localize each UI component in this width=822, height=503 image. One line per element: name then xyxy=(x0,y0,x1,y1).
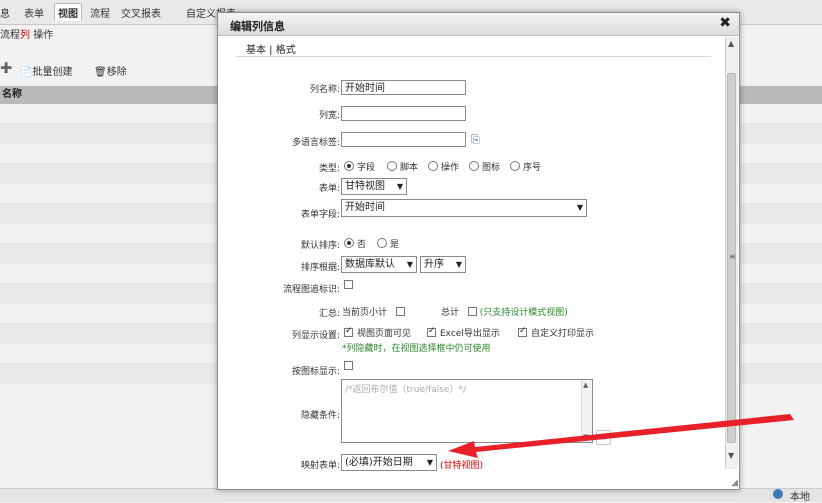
edit-column-dialog: 编辑列信息 ✖ 基本 | 格式 列名称: 开始时间 列宽: 多语言标签: ⎘ 类… xyxy=(217,12,740,490)
bg-add-icon[interactable]: ➕ xyxy=(0,63,12,74)
bg-sub-suffix[interactable]: 操作 xyxy=(33,30,53,41)
form-field-select[interactable]: 开始时间 ▼ xyxy=(341,199,587,217)
bg-sub-crumbs: 流程列 操作 xyxy=(0,26,53,41)
icon-display-checkbox[interactable] xyxy=(344,361,353,372)
hide-condition-textarea[interactable]: /*返回布尔值（true/false）*/ ▲ ▼ xyxy=(341,379,593,443)
status-bar xyxy=(0,488,822,502)
mapping-form-label: 映射表单: xyxy=(300,461,340,471)
bg-tab-view[interactable]: 视图 xyxy=(54,3,82,21)
dialog-title-bar[interactable]: 编辑列信息 ✖ xyxy=(218,13,739,36)
section-divider xyxy=(236,56,711,57)
bg-tab-form[interactable]: 表单 xyxy=(24,5,44,20)
checkbox-icon[interactable] xyxy=(467,307,477,316)
section-tabs[interactable]: 基本 | 格式 xyxy=(246,41,296,56)
column-width-input[interactable] xyxy=(341,106,466,121)
radio-icon[interactable] xyxy=(510,161,520,171)
scroll-up-icon[interactable]: ▲ xyxy=(583,381,588,389)
chevron-down-icon: ▼ xyxy=(396,182,403,191)
radio-icon[interactable] xyxy=(344,238,354,248)
checkbox-icon[interactable] xyxy=(427,326,436,337)
checkbox-icon[interactable] xyxy=(344,280,353,289)
scrollbar-thumb[interactable]: ≡ xyxy=(727,73,736,443)
type-label: 类型: xyxy=(318,164,340,174)
display-note: *列隐藏时，在视图选择框中仍可使用 xyxy=(342,344,491,354)
default-sort-yes[interactable]: 是 xyxy=(377,237,399,250)
translate-icon[interactable]: ⎘ xyxy=(469,133,482,146)
scroll-down-icon[interactable]: ▼ xyxy=(728,451,734,460)
bg-tab-crosstab[interactable]: 交叉报表 xyxy=(121,5,161,20)
radio-icon[interactable] xyxy=(344,161,354,171)
checkbox-icon[interactable] xyxy=(395,307,405,316)
globe-icon xyxy=(773,489,783,499)
flow-icon-checkbox[interactable] xyxy=(344,280,353,291)
radio-icon[interactable] xyxy=(469,161,479,171)
summary-current-page[interactable]: 当前页小计 xyxy=(342,305,405,318)
hide-condition-placeholder: /*返回布尔值（true/false）*/ xyxy=(345,385,466,395)
type-option-field[interactable]: 字段 xyxy=(344,160,375,173)
remove-button[interactable]: 🗑移除 xyxy=(94,63,127,78)
radio-icon[interactable] xyxy=(428,161,438,171)
mapping-form-note: (甘特视图) xyxy=(440,461,484,471)
chevron-down-icon: ▼ xyxy=(406,260,413,269)
display-settings-label: 列显示设置: xyxy=(291,331,340,341)
column-name-label: 列名称: xyxy=(309,85,340,95)
summary-total[interactable]: 总计 (只支持设计模式视图) xyxy=(441,305,568,318)
scroll-down-icon[interactable]: ▼ xyxy=(583,433,588,441)
dialog-scrollbar[interactable]: ▲ ≡ ▼ xyxy=(725,37,738,469)
i18n-label-label: 多语言标签: xyxy=(291,138,340,148)
type-option-script[interactable]: 脚本 xyxy=(387,160,418,173)
checkbox-icon[interactable] xyxy=(344,326,353,337)
expand-editor-icon[interactable]: <> xyxy=(596,430,611,445)
radio-icon[interactable] xyxy=(377,238,387,248)
bg-sub-prefix[interactable]: 流程 xyxy=(0,30,20,41)
display-excel-export[interactable]: Excel导出显示 xyxy=(427,326,500,339)
bg-tab-info[interactable]: 息 xyxy=(0,5,10,20)
summary-note: (只支持设计模式视图) xyxy=(479,308,568,318)
chevron-down-icon: ▼ xyxy=(455,260,462,269)
dialog-title: 编辑列信息 xyxy=(230,20,285,33)
display-view-visible[interactable]: 视图页面可见 xyxy=(344,326,411,339)
sort-order-select[interactable]: 升序 ▼ xyxy=(420,256,466,273)
column-width-label: 列宽: xyxy=(318,111,340,121)
column-name-input[interactable]: 开始时间 xyxy=(341,80,466,95)
batch-create-button[interactable]: 📄批量创建 xyxy=(20,63,72,78)
bg-sub-active[interactable]: 列 xyxy=(20,30,30,41)
trash-icon: 🗑 xyxy=(94,67,107,78)
hide-condition-label: 隐藏条件: xyxy=(300,411,340,421)
mapping-form-select[interactable]: (必填)开始日期 ▼ xyxy=(341,454,437,471)
default-sort-no[interactable]: 否 xyxy=(344,237,366,250)
summary-label: 汇总: xyxy=(318,309,340,319)
scroll-up-icon[interactable]: ▲ xyxy=(728,39,734,48)
bg-tab-flow[interactable]: 流程 xyxy=(90,5,110,20)
form-field-label: 表单字段: xyxy=(300,210,340,220)
icon-display-label: 按图标显示: xyxy=(291,367,340,377)
dialog-content: 基本 | 格式 列名称: 开始时间 列宽: 多语言标签: ⎘ 类型: 字段 脚本… xyxy=(228,37,724,477)
type-option-icon[interactable]: 图标 xyxy=(469,160,500,173)
type-option-action[interactable]: 操作 xyxy=(428,160,459,173)
default-sort-label: 默认排序: xyxy=(300,241,340,251)
grip-icon: ≡ xyxy=(729,252,736,261)
chevron-down-icon: ▼ xyxy=(576,203,583,212)
checkbox-icon[interactable] xyxy=(518,326,527,337)
chevron-down-icon: ▼ xyxy=(426,458,433,467)
form-select[interactable]: 甘特视图 ▼ xyxy=(341,178,407,195)
textarea-scrollbar[interactable]: ▲ ▼ xyxy=(581,380,592,442)
form-label: 表单: xyxy=(318,184,340,194)
sort-basis-select[interactable]: 数据库默认 ▼ xyxy=(341,256,417,273)
close-icon[interactable]: ✖ xyxy=(719,15,731,31)
document-icon: 📄 xyxy=(20,67,33,78)
display-custom-print[interactable]: 自定义打印显示 xyxy=(518,326,594,339)
type-option-serial[interactable]: 序号 xyxy=(510,160,541,173)
flow-icon-label: 流程图追标识: xyxy=(282,285,340,295)
i18n-label-input[interactable] xyxy=(341,132,466,147)
resize-grip-icon[interactable]: ◢ xyxy=(731,478,738,488)
checkbox-icon[interactable] xyxy=(344,361,353,370)
sort-basis-label: 排序根据: xyxy=(300,263,340,273)
radio-icon[interactable] xyxy=(387,161,397,171)
